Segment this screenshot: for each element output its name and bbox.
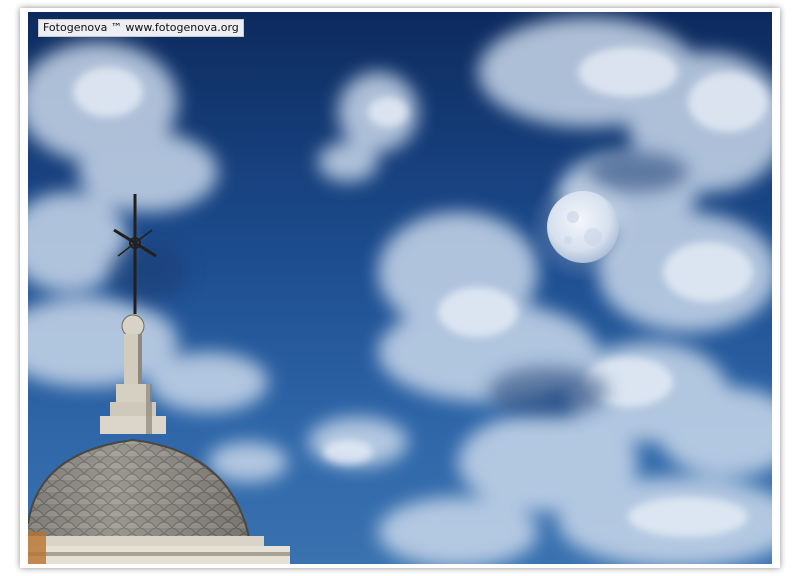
sky-scene	[28, 17, 772, 564]
moon	[528, 172, 638, 282]
night-sky-photo	[28, 12, 772, 564]
watermark-label: Fotogenova ™ www.fotogenova.org	[38, 19, 244, 37]
